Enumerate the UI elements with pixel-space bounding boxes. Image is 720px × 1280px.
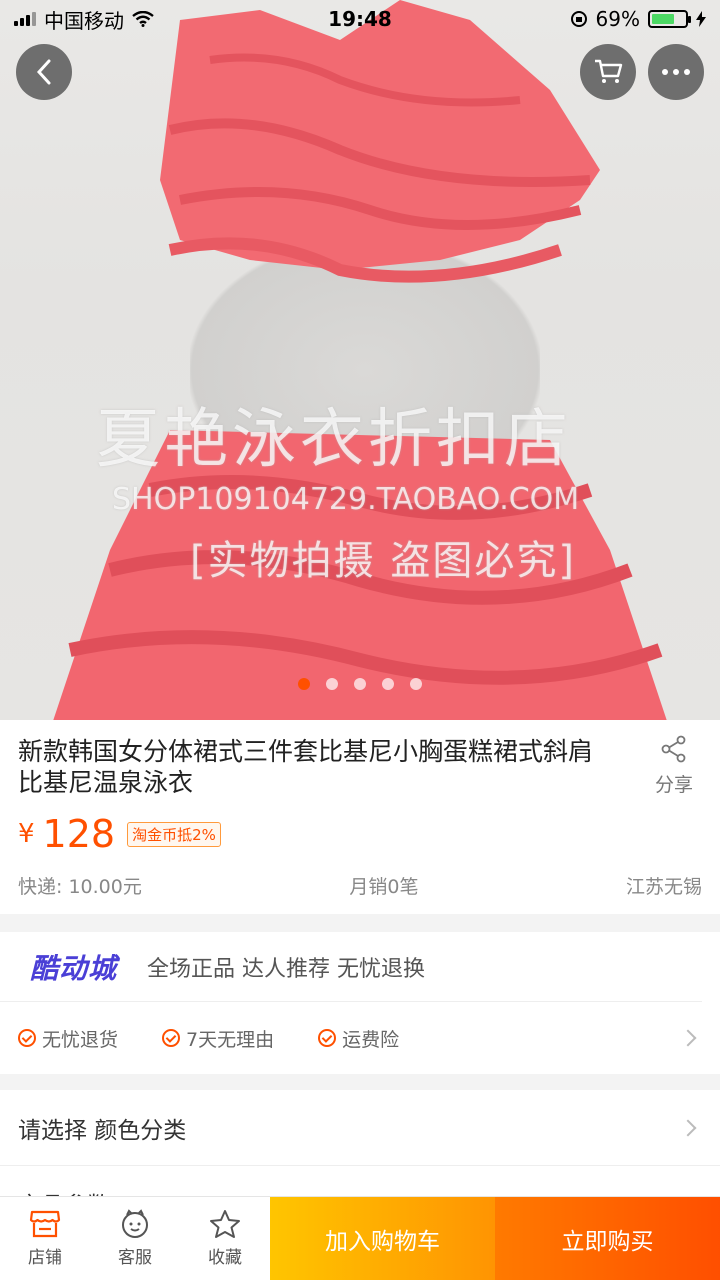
price-row: ¥ 128 淘金币抵2% xyxy=(18,812,702,856)
guarantee-label: 运费险 xyxy=(342,1028,400,1051)
share-button[interactable]: 分享 xyxy=(646,734,702,797)
add-to-cart-button[interactable]: 加入购物车 xyxy=(270,1197,495,1280)
carousel-indicator xyxy=(0,678,720,690)
customer-service-label: 客服 xyxy=(118,1248,152,1268)
swimsuit-top-image xyxy=(160,0,600,283)
add-to-cart-label: 加入购物车 xyxy=(325,1228,440,1255)
battery-icon xyxy=(648,10,691,28)
guarantee-item: 7天无理由 xyxy=(162,1025,274,1052)
buy-now-label: 立即购买 xyxy=(561,1228,654,1255)
back-button[interactable] xyxy=(16,44,72,100)
brand-slogan: 全场正品 达人推荐 无忧退换 xyxy=(147,956,426,982)
guarantee-item: 运费险 xyxy=(318,1025,399,1052)
ship-location: 江苏无锡 xyxy=(625,876,702,898)
favorite-button[interactable]: 收藏 xyxy=(180,1197,270,1280)
guarantee-item: 无忧退货 xyxy=(18,1025,118,1052)
carousel-dot[interactable] xyxy=(298,678,310,690)
currency-symbol: ¥ xyxy=(18,819,35,849)
carousel-dot[interactable] xyxy=(410,678,422,690)
customer-service-icon xyxy=(122,1209,148,1238)
select-color-label: 请选择 颜色分类 xyxy=(18,1117,187,1144)
share-icon xyxy=(661,735,686,763)
guarantee-label: 无忧退货 xyxy=(42,1028,119,1051)
watermark-shop-url: SHOP109104729.TAOBAO.COM xyxy=(112,482,580,517)
cart-icon xyxy=(595,59,623,83)
signal-icon xyxy=(14,12,36,26)
favorite-label: 收藏 xyxy=(208,1248,242,1268)
carousel-dot[interactable] xyxy=(326,678,338,690)
wifi-icon xyxy=(132,11,154,27)
bottom-action-bar: 店铺 客服 收藏 加入购物车 立即购买 xyxy=(0,1196,720,1280)
cart-button[interactable] xyxy=(580,44,636,100)
more-icon xyxy=(662,69,690,75)
carrier-name: 中国移动 xyxy=(44,8,124,33)
check-circle-icon xyxy=(162,1029,181,1047)
shop-label: 店铺 xyxy=(28,1248,62,1268)
shipping-fee: 快递: 10.00元 xyxy=(18,876,142,898)
share-label: 分享 xyxy=(654,774,693,796)
shop-button[interactable]: 店铺 xyxy=(0,1197,90,1280)
product-meta-row: 快递: 10.00元 月销0笔 江苏无锡 xyxy=(18,872,702,899)
orientation-lock-icon xyxy=(570,11,587,27)
more-button[interactable] xyxy=(648,44,704,100)
product-title: 新款韩国女分体裙式三件套比基尼小胸蛋糕裙式斜肩比基尼温泉泳衣 xyxy=(18,737,594,797)
battery-fill xyxy=(652,14,675,24)
carousel-dot[interactable] xyxy=(354,678,366,690)
charging-icon xyxy=(696,11,706,27)
service-guarantees-row[interactable]: 无忧退货 7天无理由 运费险 xyxy=(0,1002,720,1074)
customer-service-button[interactable]: 客服 xyxy=(90,1197,180,1280)
select-color-row[interactable]: 请选择 颜色分类 xyxy=(0,1090,720,1166)
coin-discount-badge: 淘金币抵2% xyxy=(127,821,221,847)
monthly-sales: 月销0笔 xyxy=(349,876,419,898)
price: 128 xyxy=(42,812,116,856)
chevron-right-icon xyxy=(679,1119,697,1136)
brand-logo: 酷动城 xyxy=(30,951,118,985)
status-bar: 中国移动 19:48 69% xyxy=(0,0,720,38)
check-circle-icon xyxy=(318,1029,337,1047)
brand-banner[interactable]: 酷动城 全场正品 达人推荐 无忧退换 xyxy=(0,932,702,1002)
guarantee-label: 7天无理由 xyxy=(186,1028,275,1051)
star-icon xyxy=(210,1210,240,1238)
sku-select-card: 请选择 颜色分类 产品参数 xyxy=(0,1090,720,1206)
product-image-carousel[interactable]: 夏艳泳衣折扣店 SHOP109104729.TAOBAO.COM [实物拍摄 盗… xyxy=(0,0,720,720)
chevron-right-icon xyxy=(679,1029,697,1047)
product-info-card: 新款韩国女分体裙式三件套比基尼小胸蛋糕裙式斜肩比基尼温泉泳衣 分享 ¥ 128 … xyxy=(0,720,720,914)
battery-percent: 69% xyxy=(595,7,640,31)
carousel-dot[interactable] xyxy=(382,678,394,690)
shop-icon xyxy=(29,1210,61,1238)
buy-now-button[interactable]: 立即购买 xyxy=(495,1197,720,1280)
check-circle-icon xyxy=(18,1029,36,1047)
service-card: 酷动城 全场正品 达人推荐 无忧退换 无忧退货 7天无理由 运费险 xyxy=(0,932,720,1074)
chevron-left-icon xyxy=(36,59,51,85)
watermark-notice: [实物拍摄 盗图必究] xyxy=(190,538,576,584)
watermark-shop-name: 夏艳泳衣折扣店 xyxy=(96,403,572,477)
